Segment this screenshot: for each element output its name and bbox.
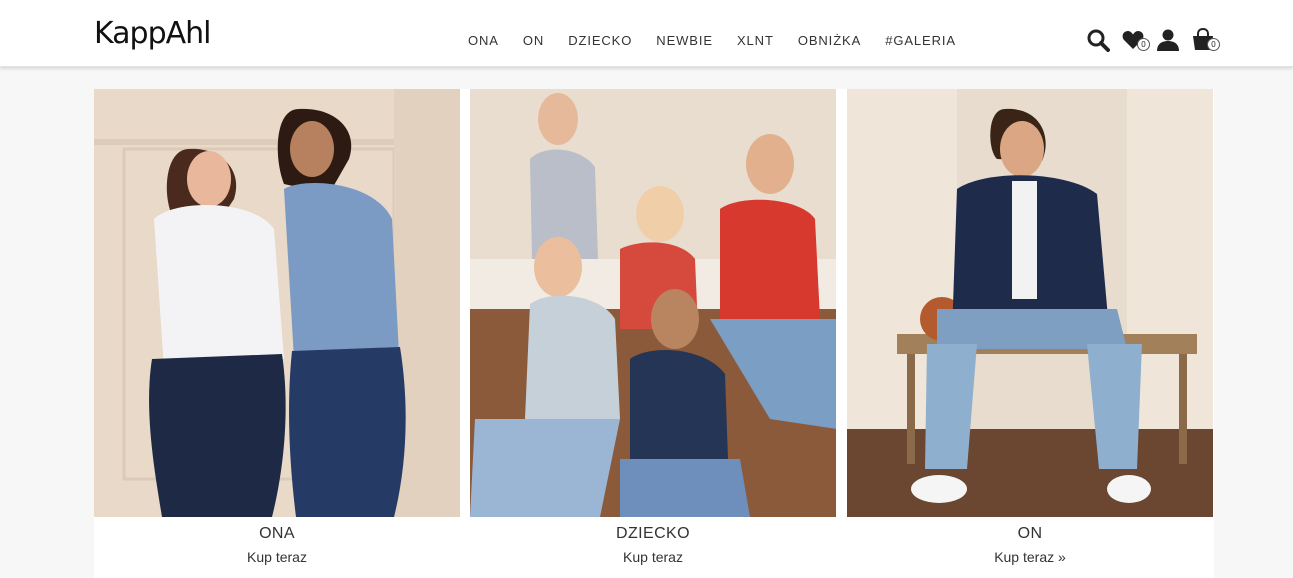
search-button[interactable]	[1086, 28, 1116, 54]
women-in-denim-photo[interactable]	[94, 89, 460, 517]
kids-group-photo[interactable]	[470, 89, 836, 517]
kappahl-logo[interactable]: KappAhl	[94, 16, 211, 51]
account-button[interactable]	[1156, 28, 1186, 54]
cart-count-badge: 0	[1207, 38, 1220, 51]
wishlist-button[interactable]: 0	[1121, 28, 1151, 54]
category-card-dziecko: DZIECKO Kup teraz	[470, 89, 836, 578]
site-header: KappAhl ONA ON DZIECKO NEWBIE XLNT OBNIŻ…	[0, 0, 1293, 67]
nav-item-xlnt[interactable]: XLNT	[737, 33, 774, 48]
nav-item-on[interactable]: ON	[523, 33, 544, 48]
category-card-on: ON Kup teraz »	[847, 89, 1213, 578]
nav-item-ona[interactable]: ONA	[468, 33, 499, 48]
shop-now-link-dziecko[interactable]: Kup teraz	[470, 549, 836, 565]
cart-button[interactable]: 0	[1191, 28, 1221, 54]
nav-item-obnizka[interactable]: OBNIŻKA	[798, 33, 861, 48]
category-grid: ONA Kup teraz DZIECKO Kup teraz ON Kup t…	[94, 89, 1214, 578]
nav-item-newbie[interactable]: NEWBIE	[656, 33, 713, 48]
shop-now-link-ona[interactable]: Kup teraz	[94, 549, 460, 565]
shop-now-link-on[interactable]: Kup teraz »	[847, 549, 1213, 565]
main-nav: ONA ON DZIECKO NEWBIE XLNT OBNIŻKA #GALE…	[468, 33, 980, 48]
category-title-on[interactable]: ON	[847, 525, 1213, 543]
wishlist-count-badge: 0	[1137, 38, 1150, 51]
man-on-bench-photo[interactable]	[847, 89, 1213, 517]
search-icon	[1087, 29, 1110, 52]
nav-item-dziecko[interactable]: DZIECKO	[568, 33, 632, 48]
header-icons: 0 0	[1086, 28, 1226, 54]
category-title-ona[interactable]: ONA	[94, 525, 460, 543]
category-card-ona: ONA Kup teraz	[94, 89, 460, 578]
category-title-dziecko[interactable]: DZIECKO	[470, 525, 836, 543]
user-icon	[1157, 29, 1179, 51]
nav-item-galeria[interactable]: #GALERIA	[885, 33, 956, 48]
